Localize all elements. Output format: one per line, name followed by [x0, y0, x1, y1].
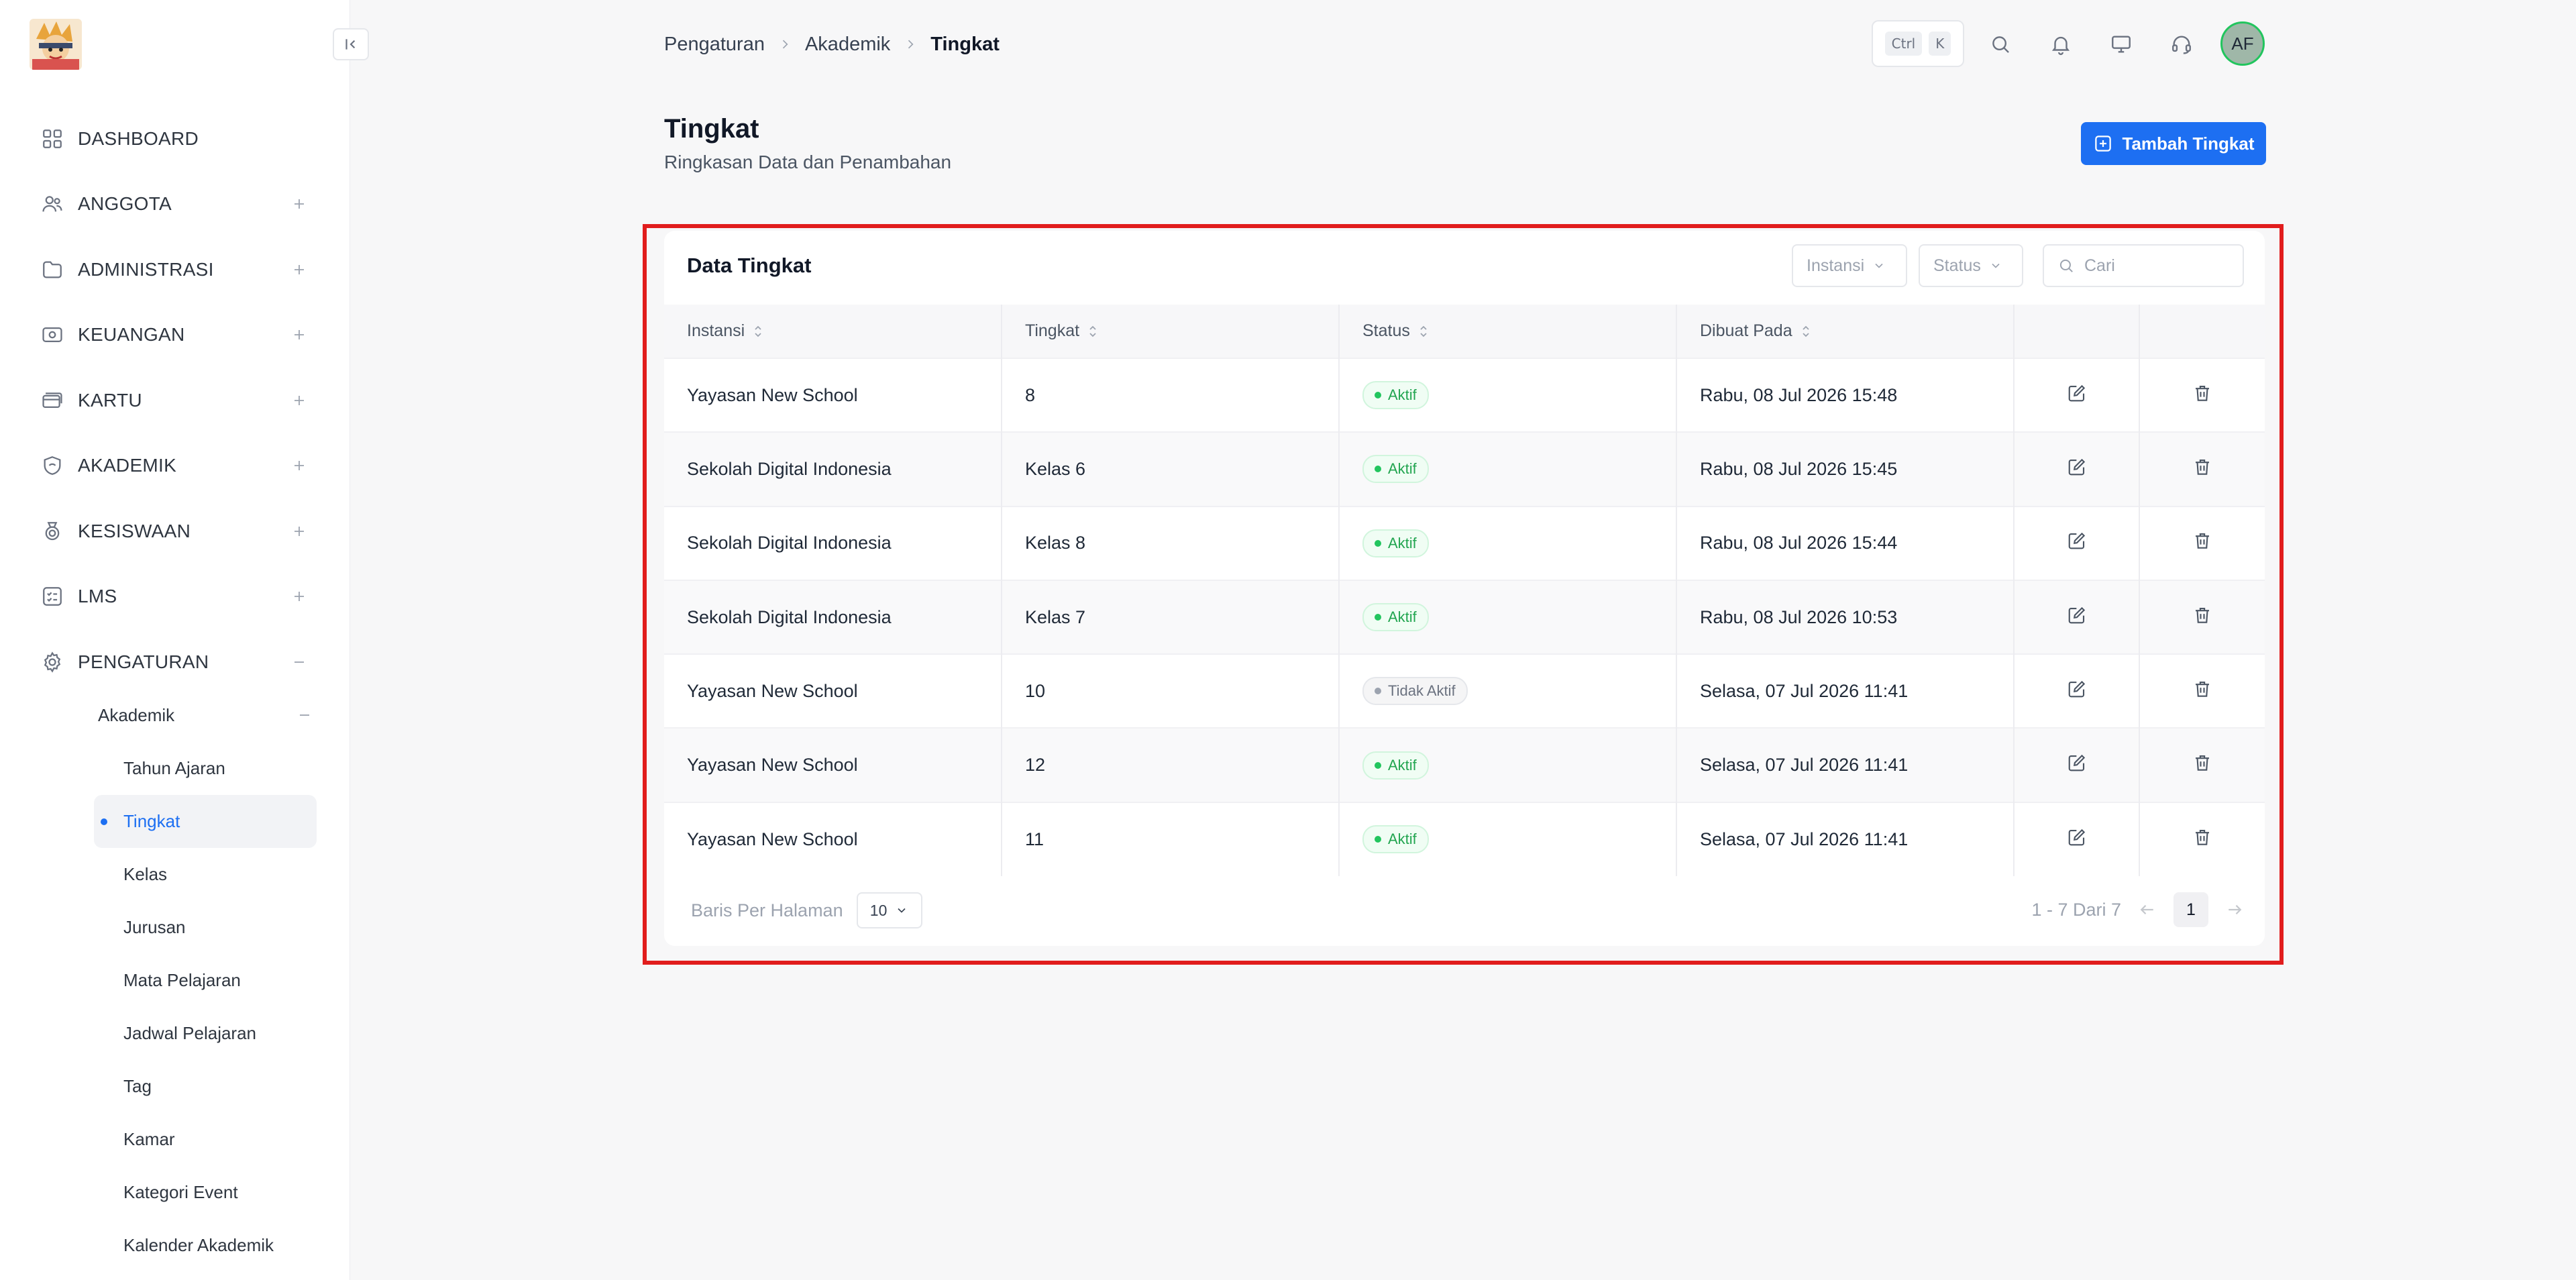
command-palette-shortcut[interactable]: Ctrl K	[1872, 20, 1964, 67]
card-icon	[39, 387, 66, 414]
submenu-list: Tahun Ajaran Tingkat Kelas Jurusan Mata …	[94, 742, 317, 1272]
avatar-initials: AF	[2231, 33, 2254, 54]
highlight-frame	[643, 224, 2284, 965]
money-icon	[39, 321, 66, 348]
sidebar-item-label: ADMINISTRASI	[78, 258, 214, 280]
sidebar-item-label: AKADEMIK	[78, 455, 177, 476]
plus-icon[interactable]	[291, 458, 307, 474]
gear-icon	[39, 649, 66, 676]
submenu-item-kalender-akademik[interactable]: Kalender Akademik	[94, 1219, 317, 1272]
breadcrumb-akademik[interactable]: Akademik	[805, 34, 890, 56]
sidebar-item-label: DASHBOARD	[78, 127, 199, 149]
submenu-item-kamar[interactable]: Kamar	[94, 1113, 317, 1166]
sidebar-item-akademik[interactable]: AKADEMIK	[0, 433, 350, 499]
submenu-item-kelas[interactable]: Kelas	[94, 848, 317, 901]
active-dot-icon	[101, 818, 107, 825]
submenu-item-label: Kategori Event	[123, 1182, 238, 1202]
support-headset-icon[interactable]	[2167, 30, 2196, 59]
submenu-item-label: Kamar	[123, 1129, 175, 1149]
sidebar-item-anggota[interactable]: ANGGOTA	[0, 172, 350, 237]
plus-icon[interactable]	[291, 327, 307, 343]
submenu-item-tingkat[interactable]: Tingkat	[94, 795, 317, 848]
plus-icon[interactable]	[291, 392, 307, 409]
submenu-item-label: Jadwal Pelajaran	[123, 1023, 257, 1043]
submenu-item-mata-pelajaran[interactable]: Mata Pelajaran	[94, 954, 317, 1007]
add-tingkat-button[interactable]: Tambah Tingkat	[2081, 122, 2266, 165]
submenu-item-label: Mata Pelajaran	[123, 970, 241, 990]
add-tingkat-label: Tambah Tingkat	[2122, 133, 2255, 154]
sidebar-item-keuangan[interactable]: KEUANGAN	[0, 303, 350, 368]
sidebar-item-label: ANGGOTA	[78, 193, 172, 215]
kbd-ctrl: Ctrl	[1884, 32, 1923, 56]
sidebar-nav: DASHBOARD ANGGOTA ADMINISTRASI KEUANGAN	[0, 106, 350, 695]
sidebar: DASHBOARD ANGGOTA ADMINISTRASI KEUANGAN	[0, 0, 350, 1280]
sidebar-item-label: LMS	[78, 586, 117, 607]
collapse-icon	[345, 39, 356, 50]
submenu-item-jurusan[interactable]: Jurusan	[94, 901, 317, 954]
submenu-item-label: Kalender Akademik	[123, 1235, 274, 1255]
sidebar-item-label: KEUANGAN	[78, 324, 185, 345]
submenu-item-jadwal-pelajaran[interactable]: Jadwal Pelajaran	[94, 1007, 317, 1060]
sidebar-item-label: PENGATURAN	[78, 651, 209, 672]
submenu-item-label: Tag	[123, 1076, 152, 1096]
submenu-item-label: Kelas	[123, 864, 168, 884]
minus-icon[interactable]	[297, 707, 313, 723]
sidebar-item-label: KESISWAAN	[78, 520, 191, 541]
plus-icon[interactable]	[291, 523, 307, 539]
breadcrumb-pengaturan[interactable]: Pengaturan	[664, 34, 765, 56]
search-icon[interactable]	[1986, 30, 2015, 59]
submenu-item-label: Tingkat	[123, 811, 180, 831]
submenu-akademik[interactable]: Akademik	[98, 700, 313, 730]
submenu-item-label: Jurusan	[123, 917, 186, 937]
submenu-item-kategori-event[interactable]: Kategori Event	[94, 1166, 317, 1219]
collapse-sidebar-button[interactable]	[333, 28, 369, 60]
mascot-logo[interactable]	[30, 19, 82, 70]
submenu-label: Akademik	[98, 704, 175, 725]
page-subtitle: Ringkasan Data dan Penambahan	[664, 152, 952, 172]
chevron-right-icon	[778, 38, 792, 51]
plus-icon[interactable]	[291, 588, 307, 604]
users-icon	[39, 191, 66, 217]
plus-square-icon	[2094, 136, 2111, 152]
folder-icon	[39, 256, 66, 283]
breadcrumb-current: Tingkat	[930, 33, 1000, 55]
shield-icon	[39, 452, 66, 479]
kbd-k: K	[1929, 32, 1951, 56]
medal-icon	[39, 518, 66, 545]
page-title: Tingkat	[664, 114, 759, 144]
plus-icon[interactable]	[291, 262, 307, 278]
chevron-right-icon	[904, 38, 917, 51]
submenu-item-tahun-ajaran[interactable]: Tahun Ajaran	[94, 742, 317, 795]
minus-icon[interactable]	[291, 654, 307, 670]
submenu-item-label: Tahun Ajaran	[123, 758, 225, 778]
monitor-icon[interactable]	[2106, 30, 2136, 59]
bell-icon[interactable]	[2046, 30, 2076, 59]
list-icon	[39, 583, 66, 610]
plus-icon[interactable]	[291, 196, 307, 212]
sidebar-item-pengaturan[interactable]: PENGATURAN	[0, 629, 350, 695]
sidebar-item-dashboard[interactable]: DASHBOARD	[0, 106, 350, 172]
breadcrumb: Pengaturan Akademik Tingkat	[664, 30, 1000, 59]
avatar[interactable]: AF	[2220, 21, 2265, 66]
sidebar-item-kartu[interactable]: KARTU	[0, 368, 350, 433]
grid-icon	[39, 125, 66, 152]
sidebar-item-administrasi[interactable]: ADMINISTRASI	[0, 237, 350, 303]
sidebar-item-label: KARTU	[78, 389, 142, 411]
submenu-item-tag[interactable]: Tag	[94, 1060, 317, 1113]
sidebar-item-kesiswaan[interactable]: KESISWAAN	[0, 498, 350, 564]
sidebar-item-lms[interactable]: LMS	[0, 564, 350, 630]
